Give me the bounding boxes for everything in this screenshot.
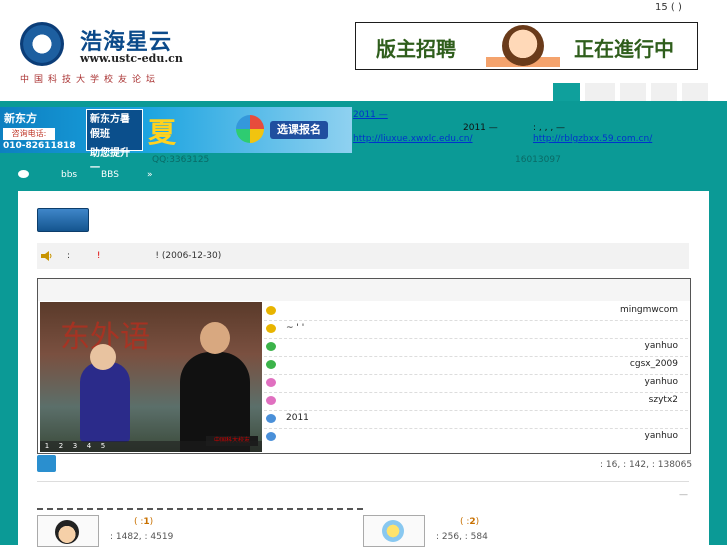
phone-info: 16013097 xyxy=(515,155,561,165)
banner-left-text: 版主招聘 xyxy=(376,37,456,61)
qq-info: QQ:3363125 xyxy=(152,155,210,165)
photo-person-1 xyxy=(80,362,130,442)
slide-num-5[interactable]: 5 xyxy=(96,441,110,452)
thread-title[interactable]: 2011 xyxy=(286,413,309,423)
tab-4[interactable] xyxy=(651,83,677,101)
notice-bar: : ! ! (2006-12-30) xyxy=(37,243,689,269)
thread-author[interactable]: szytx2 xyxy=(649,395,678,405)
thread-icon xyxy=(266,360,276,369)
forum-stats: : 16, : 142, : 138065 xyxy=(600,460,693,470)
new-post-button[interactable] xyxy=(37,208,89,232)
chat-bubble-icon xyxy=(18,170,29,178)
photo-person-2-head xyxy=(200,322,230,354)
thread-author[interactable]: mingmwcom xyxy=(620,305,678,315)
forum-1-title[interactable]: ( :1) xyxy=(134,517,153,527)
balloon-icon xyxy=(236,115,264,143)
ad-big-char: 夏 xyxy=(148,116,177,149)
tab-3[interactable] xyxy=(620,83,646,101)
thread-author[interactable]: yanhuo xyxy=(645,377,678,387)
ann-text-1: 2011 — xyxy=(463,123,498,133)
thread-icon xyxy=(266,378,276,387)
thread-row[interactable]: yanhuo xyxy=(264,338,688,357)
collapse-toggle-icon[interactable] xyxy=(37,455,56,472)
thread-author[interactable]: yanhuo xyxy=(645,341,678,351)
ad-phone: 010-82611818 xyxy=(3,141,76,151)
forum-1-stats: : 1482, : 4519 xyxy=(110,532,174,542)
notice-text[interactable]: : ! ! (2006-12-30) xyxy=(67,251,221,261)
ad-phone-label: 咨询电话: xyxy=(3,128,55,140)
dashed-divider xyxy=(37,508,363,510)
small-dash: — xyxy=(679,490,688,500)
forum-1-icon[interactable] xyxy=(37,515,99,547)
ad-promo-box: 新东方暑假班 助您提升一 xyxy=(86,109,143,174)
thread-icon xyxy=(266,306,276,315)
tab-1[interactable] xyxy=(553,83,580,101)
thread-row[interactable]: 2011 xyxy=(264,410,688,429)
nav-bbs-upper[interactable]: BBS xyxy=(101,170,119,180)
slide-num-1[interactable]: 1 xyxy=(40,441,54,452)
ad-brand: 新东方 xyxy=(4,112,37,125)
ad-signup-button[interactable]: 选课报名 xyxy=(270,121,328,139)
slide-pager: 12345 xyxy=(40,441,262,452)
nav-bbs[interactable]: bbs xyxy=(61,170,77,180)
thread-author[interactable]: yanhuo xyxy=(645,431,678,441)
ann-url-1[interactable]: http://liuxue.xwxlc.edu.cn/ xyxy=(353,134,473,144)
speaker-icon xyxy=(41,251,52,261)
thread-title[interactable]: ~ ' ' xyxy=(286,323,304,333)
nav-arrow: » xyxy=(147,170,153,180)
slide-num-3[interactable]: 3 xyxy=(68,441,82,452)
thread-icon xyxy=(266,396,276,405)
photo-person-1-head xyxy=(90,344,116,370)
forum-2-stats: : 256, : 584 xyxy=(436,532,488,542)
banner-right-text: 正在進行中 xyxy=(574,37,674,61)
logo-emblem-icon[interactable] xyxy=(20,22,64,66)
face-icon xyxy=(55,520,79,544)
slide-num-2[interactable]: 2 xyxy=(54,441,68,452)
divider xyxy=(37,481,689,482)
thread-row[interactable]: yanhuo xyxy=(264,428,688,446)
thread-icon xyxy=(266,414,276,423)
ann-text-2: : , , , — xyxy=(533,123,566,133)
xdf-ad-banner[interactable]: 新东方 咨询电话: 010-82611818 新东方暑假班 助您提升一 夏 选课… xyxy=(0,107,352,174)
site-url: www.ustc-edu.cn xyxy=(80,52,183,65)
moderator-recruit-banner[interactable]: 版主招聘 正在進行中 xyxy=(355,22,698,70)
thread-author[interactable]: cgsx_2009 xyxy=(630,359,678,369)
ann-url-2[interactable]: http://rblgzbxx.59.com.cn/ xyxy=(533,134,652,144)
lightbulb-icon xyxy=(382,520,404,542)
thread-row[interactable]: ~ ' ' xyxy=(264,320,688,339)
girl-icon xyxy=(502,25,544,67)
thread-icon xyxy=(266,342,276,351)
top-right-info[interactable]: 15 ( ) xyxy=(655,2,682,13)
ann-link-1[interactable]: 2011 — xyxy=(353,110,388,120)
thread-icon xyxy=(266,324,276,333)
tab-2[interactable] xyxy=(585,83,615,101)
ad-box-line1: 新东方暑假班 xyxy=(90,114,130,140)
tab-5[interactable] xyxy=(682,83,708,101)
thread-row[interactable]: szytx2 xyxy=(264,392,688,411)
forum-2-icon[interactable] xyxy=(363,515,425,547)
site-subtitle: 中国科技大学校友论坛 xyxy=(20,75,161,85)
featured-header xyxy=(38,279,690,301)
slide-num-4[interactable]: 4 xyxy=(82,441,96,452)
ann-link-2[interactable] xyxy=(533,110,567,120)
thread-row[interactable]: yanhuo xyxy=(264,374,688,393)
thread-row[interactable]: cgsx_2009 xyxy=(264,356,688,375)
featured-box: 东外语 中国科大校友 12345 mingmwcom ~ ' ' yanhuo … xyxy=(37,278,691,454)
featured-photo[interactable]: 东外语 中国科大校友 12345 xyxy=(40,302,262,452)
thread-icon xyxy=(266,432,276,441)
thread-row[interactable]: mingmwcom xyxy=(264,302,688,321)
forum-2-title[interactable]: ( :2) xyxy=(460,517,479,527)
